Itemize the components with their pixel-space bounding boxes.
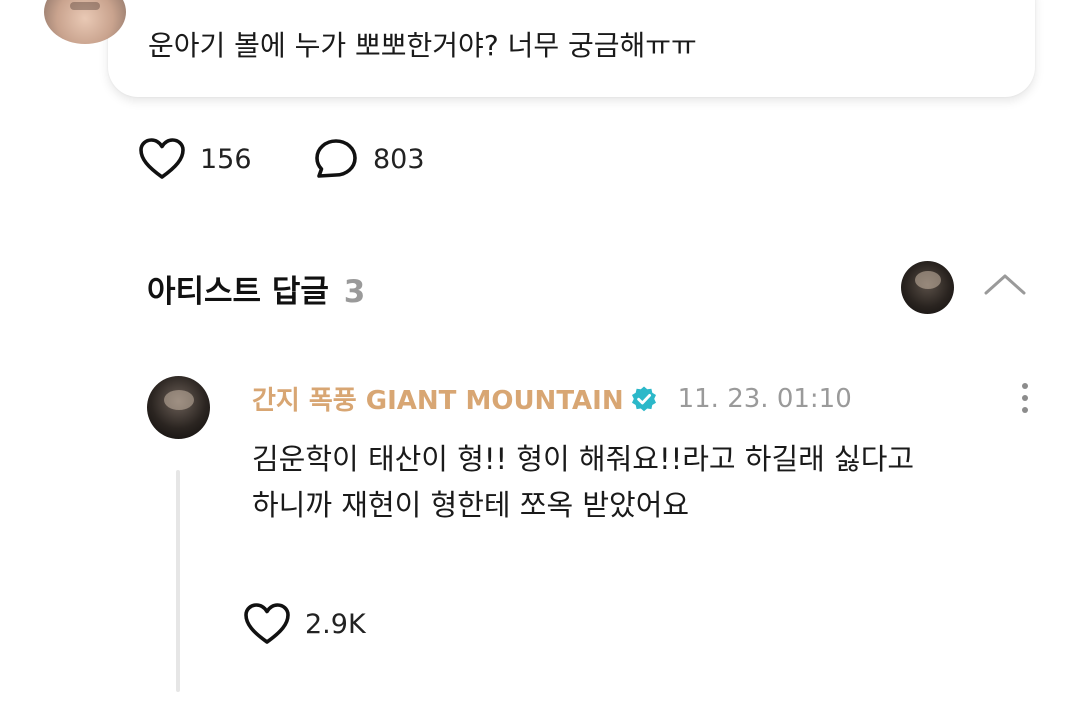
- speech-bubble-icon: [315, 139, 357, 178]
- chevron-up-icon: [984, 274, 1026, 295]
- collapse-replies-button[interactable]: [980, 264, 1030, 304]
- comment-thread-page: 운아기 볼에 누가 뽀뽀한거야? 너무 궁금해ㅠㅠ 156 803 아티스트 답…: [0, 0, 1080, 702]
- reply-line-2: 하니까 재현이 형한테 쪼옥 받았어요: [252, 488, 690, 522]
- reply-timestamp: 11. 23. 01:10: [677, 383, 852, 414]
- fan-reply-button[interactable]: 803: [313, 137, 425, 181]
- reply-like-count: 2.9K: [305, 608, 366, 640]
- artist-replies-count: 3: [343, 274, 366, 310]
- vertical-dots-icon: [1022, 383, 1028, 389]
- artist-reply-text: 김운학이 태산이 형!! 형이 해줘요!!라고 하길래 싫다고 하니까 재현이 …: [252, 436, 914, 528]
- fan-like-button[interactable]: 156: [138, 137, 252, 181]
- heart-outline-icon: [244, 603, 290, 644]
- fan-like-count: 156: [200, 143, 252, 175]
- fan-comment-text: 운아기 볼에 누가 뽀뽀한거야? 너무 궁금해ㅠㅠ: [148, 29, 697, 62]
- artist-replies-title: 아티스트 답글 3: [147, 266, 365, 311]
- artist-reply-header: 간지 폭풍 GIANT MOUNTAIN 11. 23. 01:10: [252, 380, 852, 417]
- thread-connector-line: [176, 470, 180, 692]
- artist-name[interactable]: 간지 폭풍 GIANT MOUNTAIN: [252, 380, 624, 417]
- artist-reply-avatar[interactable]: [147, 376, 210, 439]
- verified-badge-icon: [630, 385, 658, 413]
- reply-like-button[interactable]: 2.9K: [243, 602, 366, 646]
- more-options-button[interactable]: [1010, 378, 1040, 418]
- fan-reply-count: 803: [373, 143, 425, 175]
- reply-line-1: 김운학이 태산이 형!! 형이 해줘요!!라고 하길래 싫다고: [252, 442, 915, 476]
- artist-replies-label: 아티스트 답글: [147, 274, 329, 310]
- artist-header-avatar[interactable]: [901, 261, 954, 314]
- heart-outline-icon: [139, 138, 185, 179]
